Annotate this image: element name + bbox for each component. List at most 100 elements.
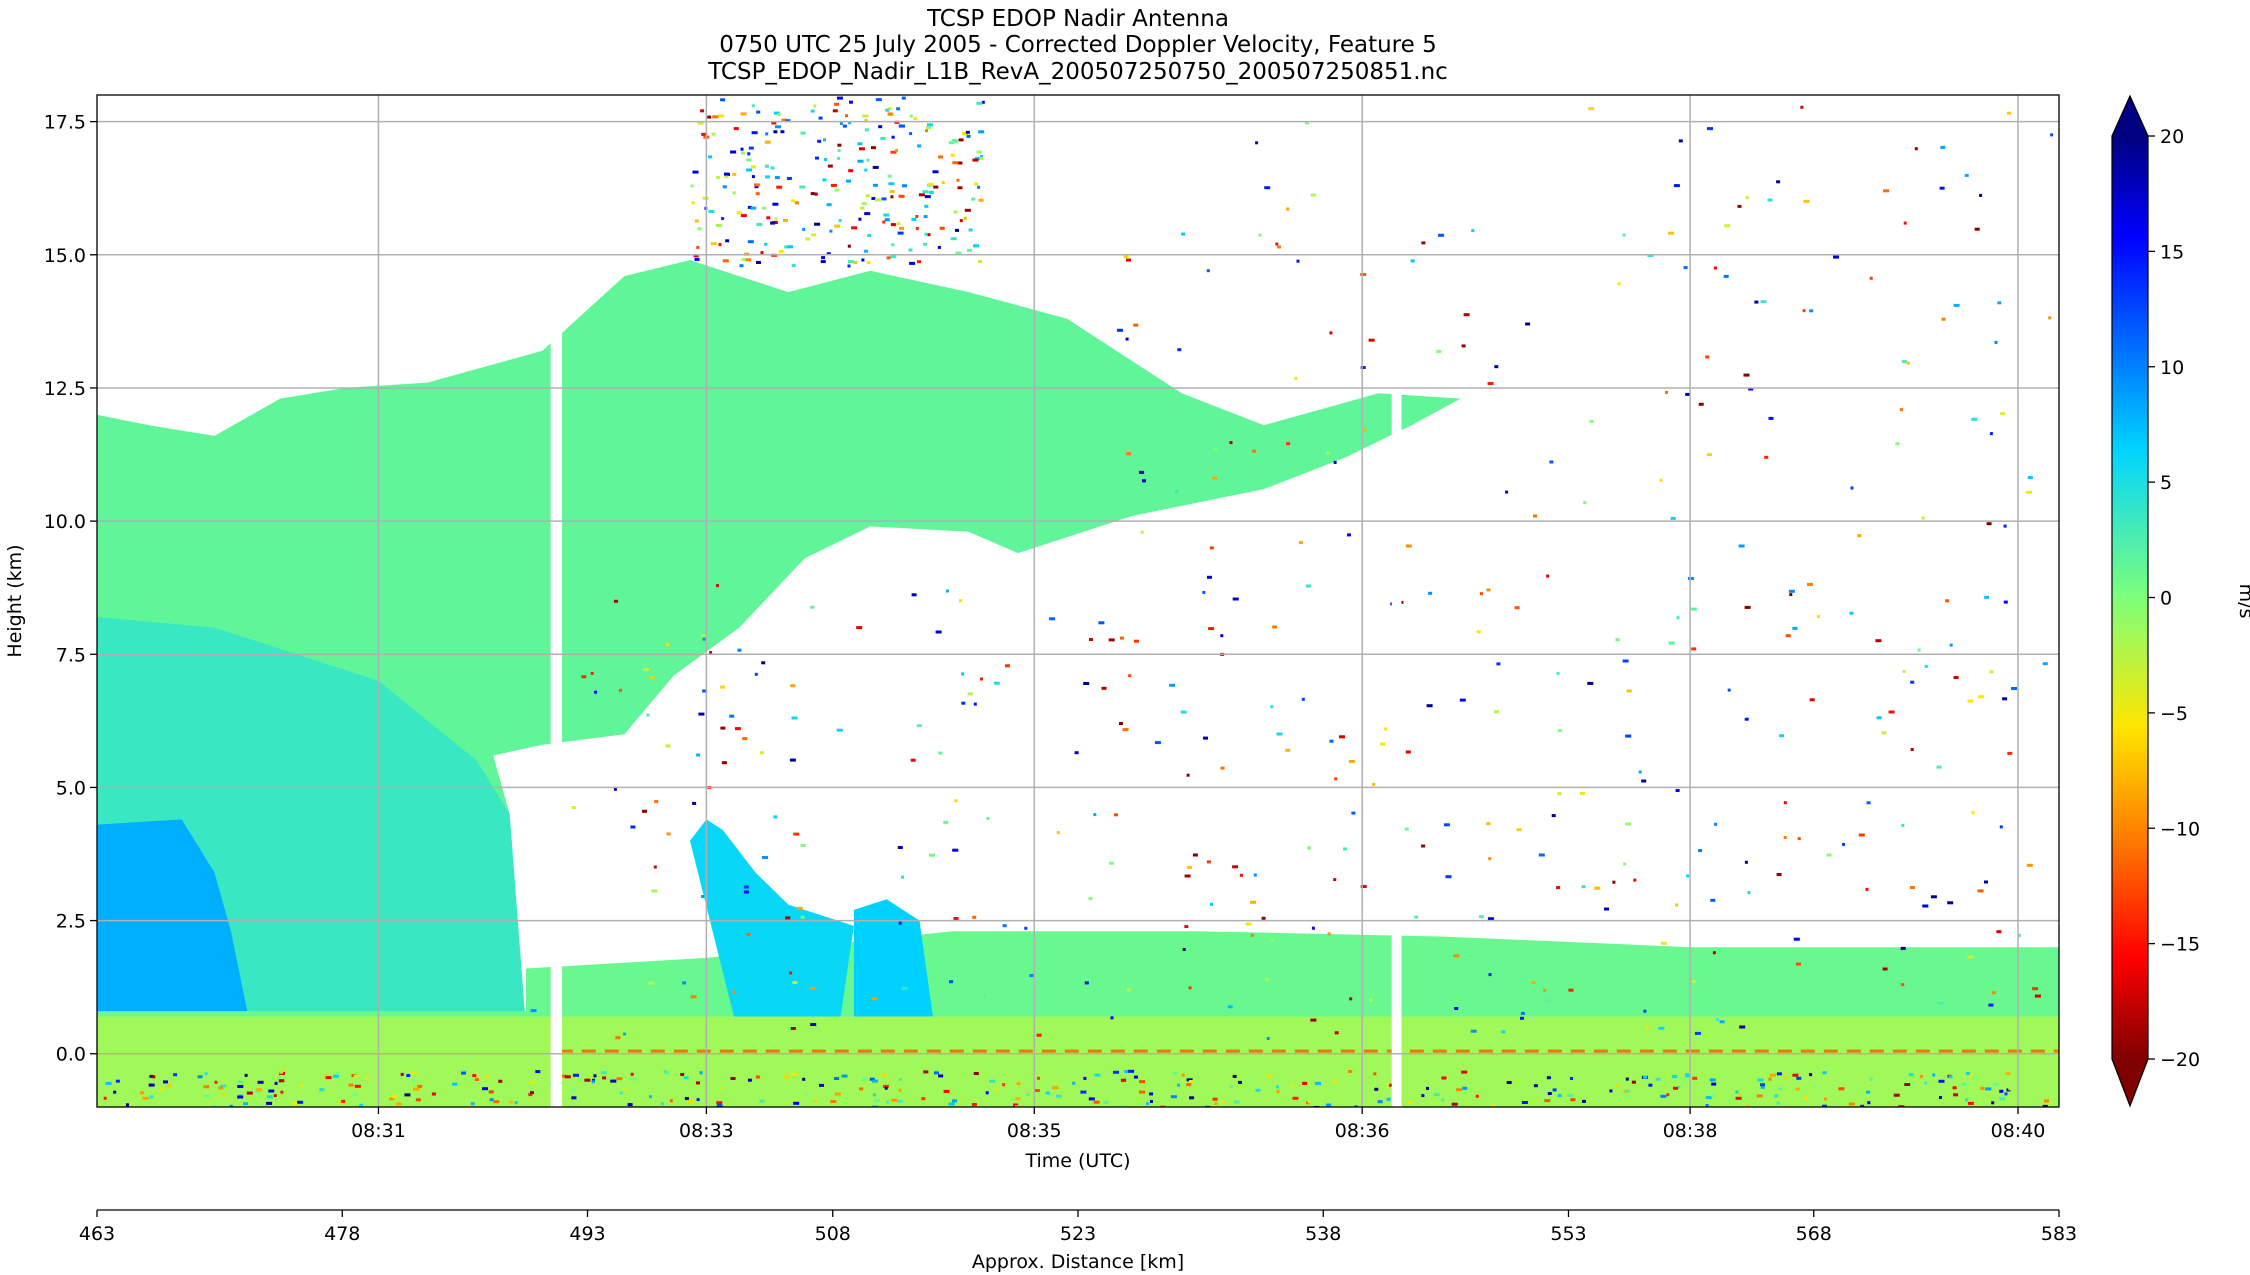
speckle — [1386, 1097, 1391, 1101]
speckle — [1735, 1090, 1739, 1094]
speckle — [1214, 1102, 1218, 1106]
speckle — [732, 990, 736, 994]
speckle — [821, 256, 826, 260]
speckle — [837, 156, 841, 160]
speckle — [890, 223, 896, 227]
speckle — [1084, 981, 1089, 985]
colorbar-tick-label: 0 — [2160, 588, 2172, 610]
speckle — [1184, 874, 1191, 878]
speckle — [353, 1074, 359, 1078]
speckle — [1368, 338, 1375, 342]
speckle — [1568, 988, 1574, 992]
distance-tick-label: 583 — [2041, 1223, 2077, 1245]
speckle — [1797, 837, 1801, 841]
speckle — [1999, 1089, 2004, 1093]
speckle — [878, 125, 883, 129]
speckle — [1691, 980, 1696, 983]
speckle — [739, 264, 744, 268]
speckle — [1570, 1077, 1573, 1080]
speckle — [218, 1086, 224, 1090]
speckle — [1089, 638, 1093, 641]
speckle — [1332, 1080, 1337, 1084]
speckle — [1205, 1086, 1209, 1090]
speckle — [797, 906, 803, 910]
speckle — [204, 1072, 208, 1076]
speckle — [863, 249, 868, 253]
speckle — [885, 108, 890, 112]
speckle — [921, 1097, 926, 1101]
speckle — [1188, 1080, 1194, 1083]
speckle — [1121, 1078, 1126, 1082]
speckle — [1206, 860, 1211, 864]
speckle — [800, 843, 806, 847]
speckle — [774, 176, 780, 180]
speckle — [750, 165, 756, 169]
colorbar-tick-label: 15 — [2160, 241, 2184, 263]
speckle — [837, 143, 842, 147]
speckle — [890, 195, 894, 199]
speckle — [1202, 590, 1206, 594]
speckle — [823, 138, 826, 142]
speckle — [1557, 1094, 1562, 1098]
speckle — [237, 1095, 244, 1099]
speckle — [1380, 742, 1386, 746]
speckle — [884, 1086, 888, 1090]
speckle — [514, 1101, 518, 1105]
speckle — [1988, 1003, 1994, 1007]
speckle — [1967, 699, 1974, 703]
speckle — [765, 132, 769, 136]
speckle — [1175, 489, 1178, 493]
speckle — [274, 1081, 278, 1085]
speckle — [1616, 1084, 1620, 1088]
speckle — [874, 198, 881, 202]
speckle — [993, 681, 1000, 685]
speckle — [590, 671, 594, 675]
speckle — [654, 800, 659, 804]
speckle — [1255, 1088, 1261, 1092]
y-tick-label: 0.0 — [56, 1044, 86, 1066]
speckle — [1285, 748, 1291, 752]
colorbar-ticks: 20 15 10 5 0 −5 −10 −15 −20 — [2148, 126, 2200, 1071]
speckle — [875, 98, 882, 102]
speckle — [1624, 822, 1631, 826]
y-tick-label: 10.0 — [44, 511, 86, 533]
speckle — [651, 889, 658, 893]
colorbar-tick-label: −15 — [2160, 934, 2200, 956]
speckle — [1154, 741, 1161, 745]
speckle — [1678, 139, 1683, 143]
speckle — [1310, 1018, 1317, 1022]
distance-tick-label: 553 — [1550, 1223, 1586, 1245]
speckle — [1093, 813, 1097, 817]
speckle — [897, 846, 903, 849]
speckle — [978, 198, 984, 202]
colorbar-extend-bottom — [2112, 1059, 2148, 1106]
speckle — [1948, 1075, 1953, 1079]
speckle — [858, 147, 865, 151]
speckle — [173, 1073, 178, 1077]
speckle — [1206, 269, 1210, 273]
speckle — [881, 197, 887, 201]
speckle — [1264, 977, 1269, 981]
speckle — [1809, 309, 1814, 313]
speckle — [1210, 902, 1213, 906]
speckle — [952, 848, 959, 852]
speckle — [1936, 765, 1942, 769]
speckle — [348, 1083, 354, 1087]
speckle — [1315, 1081, 1321, 1085]
speckle — [811, 233, 817, 237]
speckle — [730, 1077, 736, 1080]
speckle — [297, 1100, 304, 1104]
speckle — [535, 1070, 541, 1074]
speckle — [1641, 779, 1647, 783]
speckle — [1876, 716, 1882, 720]
speckle — [948, 141, 955, 145]
speckle — [1126, 988, 1131, 992]
speckle — [2007, 751, 2013, 755]
speckle — [1917, 648, 1921, 652]
speckle — [1220, 634, 1224, 638]
speckle — [1227, 1005, 1233, 1009]
speckle — [1626, 689, 1632, 693]
speckle — [1953, 303, 1960, 307]
speckle — [415, 1098, 421, 1102]
speckle — [1146, 1102, 1150, 1106]
